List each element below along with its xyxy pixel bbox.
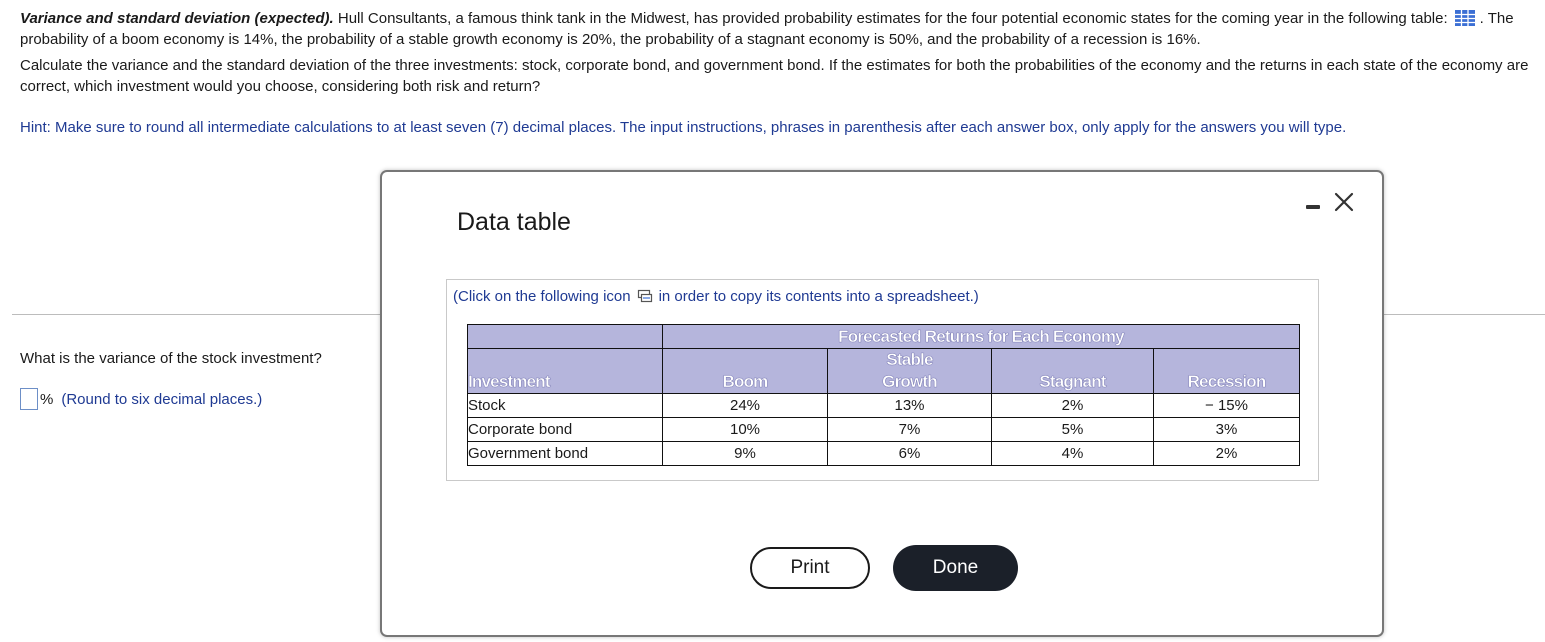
answer-unit: % [40, 390, 54, 408]
column-header-stable: Stable [886, 350, 933, 369]
table-cell: 4% [991, 441, 1154, 466]
copy-spreadsheet-icon[interactable] [637, 289, 653, 303]
variance-answer-input[interactable] [20, 388, 38, 410]
table-cell: 5% [991, 417, 1154, 442]
problem-statement: Variance and standard deviation (expecte… [20, 8, 1540, 97]
problem-paragraph-2: Calculate the variance and the standard … [20, 57, 1529, 95]
data-table-dialog: Data table (Click on the following icon i… [380, 170, 1384, 637]
column-header-stable-growth: Stable Growth [827, 348, 992, 394]
problem-intro: Hull Consultants, a famous think tank in… [333, 10, 1448, 27]
copy-instruction-before: (Click on the following icon [453, 288, 631, 305]
table-cell: 2% [1153, 441, 1300, 466]
question-text: What is the variance of the stock invest… [20, 350, 322, 367]
table-row: Stock 24% 13% 2% − 15% [467, 393, 1300, 418]
print-button[interactable]: Print [750, 547, 870, 589]
copy-instruction: (Click on the following icon in order to … [453, 288, 979, 305]
row-label: Stock [467, 393, 663, 418]
column-header-growth: Growth [882, 372, 938, 391]
done-button[interactable]: Done [893, 545, 1018, 591]
column-header-recession: Recession [1153, 348, 1300, 394]
table-cell: 24% [662, 393, 828, 418]
column-header-boom: Boom [662, 348, 828, 394]
table-row: Government bond 9% 6% 4% 2% [467, 441, 1300, 466]
table-row: Corporate bond 10% 7% 5% 3% [467, 417, 1300, 442]
row-label: Corporate bond [467, 417, 663, 442]
table-cell: − 15% [1153, 393, 1300, 418]
group-header: Forecasted Returns for Each Economy [662, 324, 1300, 349]
row-label: Government bond [467, 441, 663, 466]
answer-row: % (Round to six decimal places.) [20, 388, 262, 410]
column-header-investment: Investment [467, 348, 663, 394]
table-cell: 13% [827, 393, 992, 418]
returns-table: Forecasted Returns for Each Economy Inve… [467, 324, 1300, 466]
table-cell: 3% [1153, 417, 1300, 442]
table-cell: 2% [991, 393, 1154, 418]
table-header-row: Forecasted Returns for Each Economy [467, 324, 1300, 349]
minimize-icon[interactable] [1303, 195, 1323, 213]
table-cell: 9% [662, 441, 828, 466]
table-cell: 10% [662, 417, 828, 442]
table-cell: 6% [827, 441, 992, 466]
dialog-title: Data table [457, 208, 571, 236]
table-cell: 7% [827, 417, 992, 442]
copy-instruction-after: in order to copy its contents into a spr… [658, 288, 979, 305]
grid-table-icon[interactable] [1454, 9, 1476, 27]
answer-instruction: (Round to six decimal places.) [61, 390, 263, 408]
column-header-stagnant: Stagnant [991, 348, 1154, 394]
problem-paragraph-1: Variance and standard deviation (expecte… [20, 8, 1540, 50]
header-blank-cell [467, 324, 663, 349]
hint-text: Hint: Make sure to round all intermediat… [20, 119, 1347, 136]
problem-title: Variance and standard deviation (expecte… [20, 10, 334, 27]
table-header-row: Investment Boom Stable Growth Stagnant Re… [467, 348, 1300, 394]
data-table-frame: (Click on the following icon in order to … [446, 279, 1319, 481]
close-icon[interactable] [1332, 190, 1356, 214]
